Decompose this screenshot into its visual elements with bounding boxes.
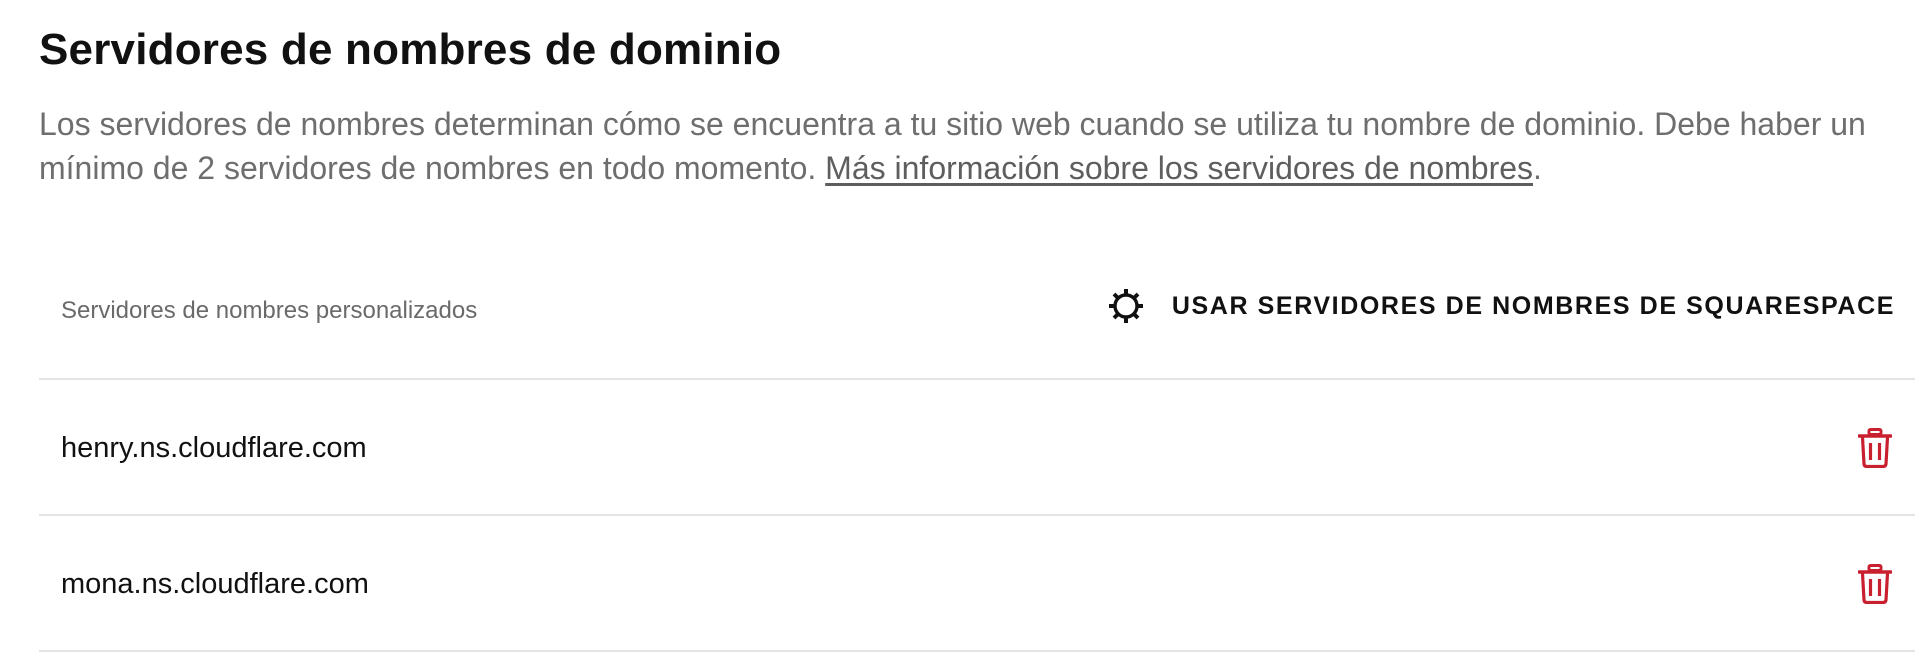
- nameserver-row: henry.ns.cloudflare.com: [39, 380, 1915, 516]
- trash-icon: [1858, 564, 1892, 604]
- custom-nameservers-header: Servidores de nombres personalizados USA…: [39, 262, 1915, 380]
- nameserver-name: henry.ns.cloudflare.com: [61, 432, 367, 464]
- nameserver-list: henry.ns.cloudflare.com mona.ns.cloudfla…: [39, 380, 1915, 652]
- page-description: Los servidores de nombres determinan cóm…: [39, 102, 1889, 190]
- description-end: .: [1533, 150, 1542, 186]
- gear-icon: [1108, 289, 1143, 323]
- delete-nameserver-button[interactable]: [1857, 428, 1893, 468]
- section-label: Servidores de nombres personalizados: [61, 297, 478, 324]
- use-squarespace-nameservers-button[interactable]: USAR SERVIDORES DE NOMBRES DE SQUARESPAC…: [1106, 284, 1895, 328]
- learn-more-link[interactable]: Más información sobre los servidores de …: [825, 150, 1533, 186]
- use-squarespace-nameservers-label: USAR SERVIDORES DE NOMBRES DE SQUARESPAC…: [1171, 292, 1895, 320]
- page-title: Servidores de nombres de dominio: [39, 25, 782, 74]
- nameservers-settings-page: Servidores de nombres de dominio Los ser…: [0, 0, 1928, 672]
- trash-icon: [1858, 428, 1892, 468]
- nameserver-row: mona.ns.cloudflare.com: [39, 516, 1915, 652]
- nameserver-name: mona.ns.cloudflare.com: [61, 568, 369, 600]
- delete-nameserver-button[interactable]: [1857, 564, 1893, 604]
